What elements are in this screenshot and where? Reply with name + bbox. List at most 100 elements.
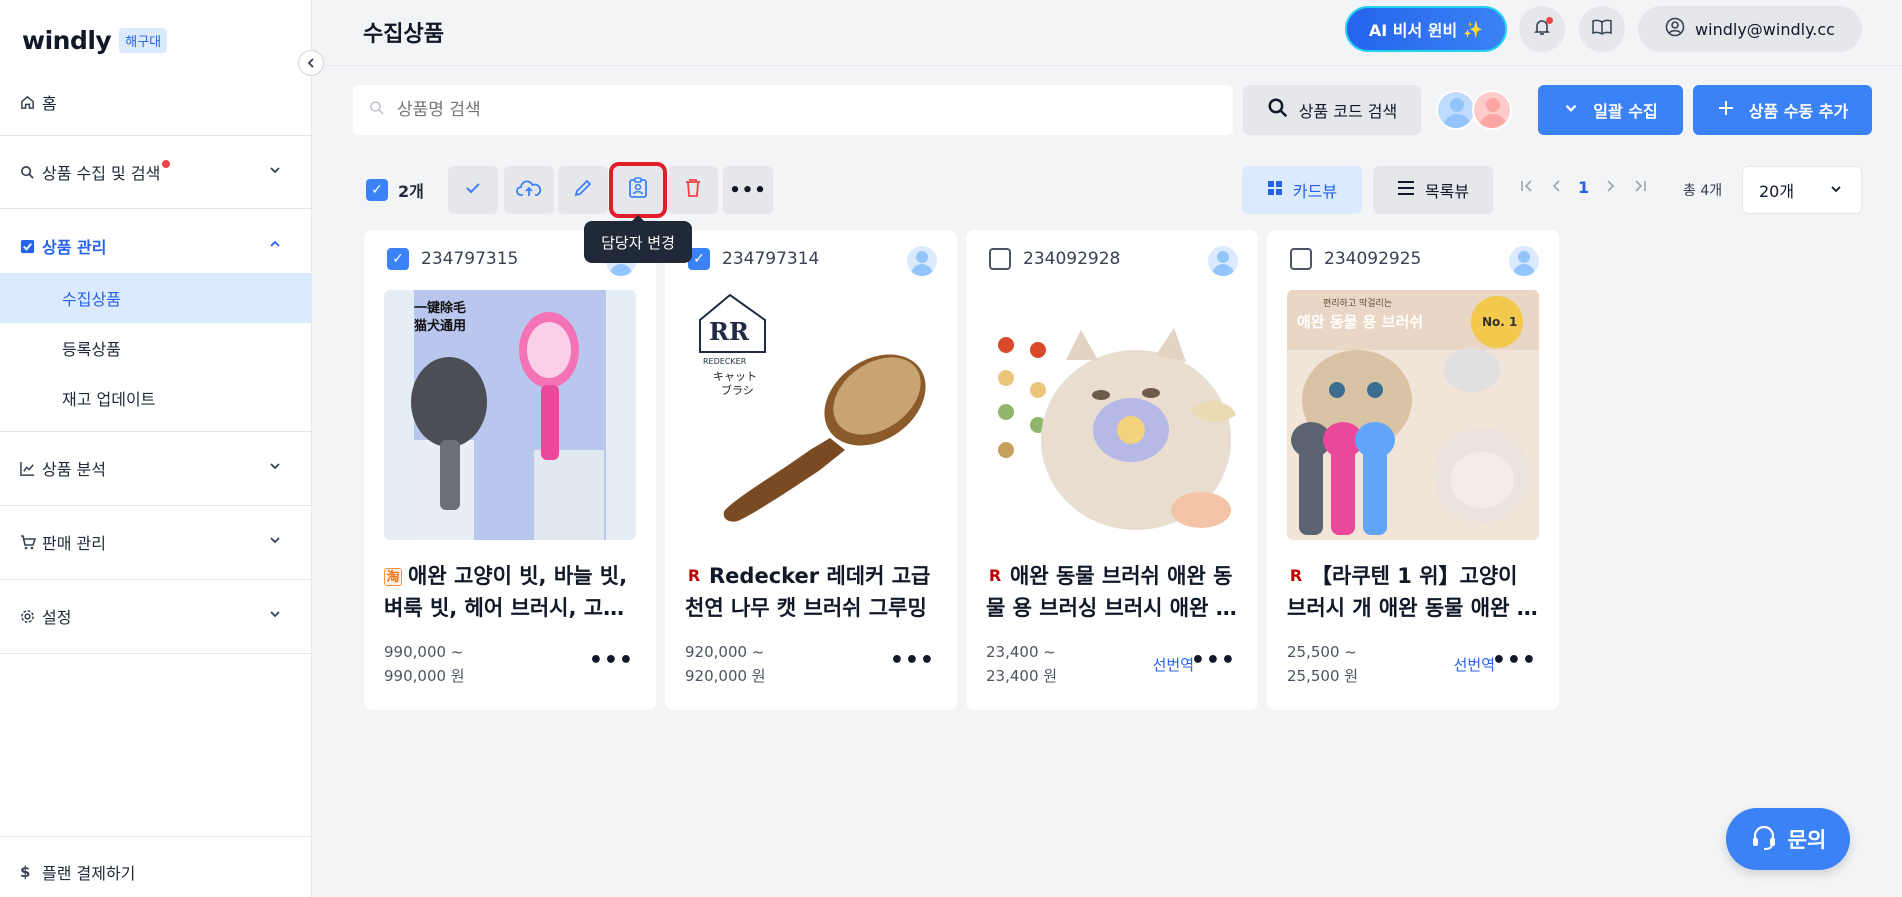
next-page-icon[interactable] xyxy=(1605,178,1617,197)
plus-icon xyxy=(1717,99,1735,121)
sidebar-item-label: 상품 관리 xyxy=(42,238,107,257)
search-icon xyxy=(20,165,42,180)
assignee-avatars[interactable] xyxy=(1436,90,1516,130)
assignee-avatar[interactable] xyxy=(1509,246,1539,276)
inquiry-label: 문의 xyxy=(1787,828,1827,852)
prev-page-icon[interactable] xyxy=(1550,178,1562,197)
selected-count: 2개 xyxy=(398,182,424,201)
first-page-icon[interactable] xyxy=(1520,178,1534,197)
product-image[interactable]: 一键除毛 猫犬通用 xyxy=(384,290,636,540)
sidebar-item-collect-search[interactable]: 상품 수집 및 검색 xyxy=(0,152,312,192)
confirm-button[interactable] xyxy=(448,166,498,214)
list-view-button[interactable]: 목록뷰 xyxy=(1373,166,1493,214)
divider xyxy=(0,579,312,580)
product-id: 234092925 xyxy=(1324,249,1422,269)
card-more-button[interactable]: ••• xyxy=(1191,648,1236,673)
logo[interactable]: windly xyxy=(22,26,112,55)
card-header: ✓ 234797314 xyxy=(688,248,819,270)
app-root: windly 해구대 홈 상품 수집 및 검색 상품 관리 수집상품 등록상품 … xyxy=(0,0,1902,897)
card-more-button[interactable]: ••• xyxy=(1492,648,1537,673)
checkbox-unchecked-icon[interactable] xyxy=(989,248,1011,270)
pre-translate-link[interactable]: 선번역 xyxy=(1454,654,1495,675)
sidebar-subitem-collected[interactable]: 수집상품 xyxy=(0,273,312,323)
upload-button[interactable] xyxy=(504,166,554,214)
manual-add-button[interactable]: 상품 수동 추가 xyxy=(1693,85,1872,135)
product-card[interactable]: 234092928 R 애완 동물 브러쉬 애완 동물 용 브러싱 브러시 애완… xyxy=(966,230,1258,710)
product-title[interactable]: R【라쿠텐 1 위】고양이 브러시 개 애완 동물 애완 동물 xyxy=(1287,560,1542,624)
user-email: windly@windly.cc xyxy=(1695,19,1835,39)
sidebar-item-sales-manage[interactable]: 판매 관리 xyxy=(0,522,312,562)
sidebar-collapse-button[interactable] xyxy=(298,50,324,76)
price-min: 990,000 ~ xyxy=(384,643,464,661)
tooltip: 담당자 변경 xyxy=(584,215,692,263)
sidebar-item-product-manage[interactable]: 상품 관리 xyxy=(0,226,312,266)
product-image[interactable]: RR REDECKER キャット ブラシ xyxy=(685,290,937,540)
sidebar-item-home[interactable]: 홈 xyxy=(0,82,312,122)
card-more-button[interactable]: ••• xyxy=(890,648,935,673)
user-menu[interactable]: windly@windly.cc xyxy=(1638,6,1862,52)
current-page[interactable]: 1 xyxy=(1578,178,1589,197)
bulk-collect-label: 일괄 수집 xyxy=(1593,102,1658,121)
code-search-button[interactable]: 상품 코드 검색 xyxy=(1243,85,1421,135)
ai-assistant-button[interactable]: AI 비서 윈비 ✨ xyxy=(1345,6,1507,52)
svg-text:편리하고 딱걸리는: 편리하고 딱걸리는 xyxy=(1323,297,1392,309)
sidebar-subitem-registered[interactable]: 등록상품 xyxy=(0,323,312,373)
assignee-avatar[interactable] xyxy=(907,246,937,276)
product-price: 23,400 ~ 23,400 원 xyxy=(986,640,1057,688)
id-badge-icon xyxy=(627,176,649,204)
taobao-icon: 淘 xyxy=(384,568,402,586)
manual-add-label: 상품 수동 추가 xyxy=(1748,102,1849,121)
chevron-down-icon xyxy=(268,459,282,477)
bulk-collect-button[interactable]: 일괄 수집 xyxy=(1538,85,1683,135)
checkbox-unchecked-icon[interactable] xyxy=(1290,248,1312,270)
product-card[interactable]: ✓ 234797314 RR REDECKER キャット ブラシ R Redeck… xyxy=(665,230,957,710)
product-card[interactable]: 234092925 편리하고 딱걸리는 애완 동물 용 브러쉬 No. 1 R … xyxy=(1267,230,1559,710)
notification-button[interactable] xyxy=(1519,6,1565,52)
sparkle-icon: ✨ xyxy=(1463,19,1484,39)
sidebar-item-label: 설정 xyxy=(42,608,72,627)
select-all[interactable]: ✓ 2개 xyxy=(366,178,424,202)
guide-button[interactable] xyxy=(1579,6,1625,52)
card-view-button[interactable]: 카드뷰 xyxy=(1242,166,1362,214)
checkbox-checked-icon[interactable]: ✓ xyxy=(387,248,409,270)
price-max: 25,500 원 xyxy=(1287,667,1359,685)
price-max: 920,000 원 xyxy=(685,667,766,685)
more-actions-button[interactable]: ••• xyxy=(723,166,773,214)
chevron-down-icon xyxy=(268,607,282,625)
cloud-upload-icon xyxy=(516,178,542,203)
price-max: 990,000 원 xyxy=(384,667,465,685)
per-page-value: 20개 xyxy=(1759,182,1795,201)
sidebar-item-settings[interactable]: 설정 xyxy=(0,596,312,636)
search-input[interactable] xyxy=(397,100,1197,120)
delete-button[interactable] xyxy=(668,166,718,214)
product-title-text: 【라쿠텐 1 위】고양이 브러시 개 애완 동물 애완 동물 xyxy=(1287,564,1537,620)
product-image[interactable]: 편리하고 딱걸리는 애완 동물 용 브러쉬 No. 1 xyxy=(1287,290,1539,540)
divider xyxy=(0,836,312,837)
product-title[interactable]: 淘애완 고양이 빗, 바늘 빗, 벼룩 빗, 헤어 브러시, 고양이 빗 xyxy=(384,560,639,624)
card-more-button[interactable]: ••• xyxy=(589,648,634,673)
per-page-select[interactable]: 20개 xyxy=(1742,166,1862,214)
code-search-label: 상품 코드 검색 xyxy=(1298,102,1398,121)
last-page-icon[interactable] xyxy=(1633,178,1647,197)
product-image[interactable] xyxy=(986,290,1238,540)
sidebar-item-label: 상품 분석 xyxy=(42,460,106,479)
sidebar-item-product-analysis[interactable]: 상품 분석 xyxy=(0,448,312,488)
product-card[interactable]: ✓ 234797315 一键除毛 猫犬通用 淘 애완 고양이 빗, 바늘 빗, 벼… xyxy=(364,230,656,710)
pre-translate-link[interactable]: 선번역 xyxy=(1153,654,1194,675)
product-title-text: Redecker 레데커 고급 천연 나무 캣 브러쉬 그루밍 xyxy=(685,564,931,620)
assignee-avatar[interactable] xyxy=(1208,246,1238,276)
price-max: 23,400 원 xyxy=(986,667,1058,685)
sidebar-item-plan-pay[interactable]: $ 플랜 결제하기 xyxy=(0,852,312,892)
svg-text:キャット: キャット xyxy=(713,370,757,383)
checkbox-checked-icon[interactable]: ✓ xyxy=(366,179,388,201)
change-assignee-button[interactable] xyxy=(609,162,667,218)
edit-button[interactable] xyxy=(558,166,608,214)
more-horizontal-icon: ••• xyxy=(729,179,767,201)
book-icon xyxy=(1592,19,1612,40)
inquiry-button[interactable]: 문의 xyxy=(1726,808,1850,870)
sidebar-subitem-stock-update[interactable]: 재고 업데이트 xyxy=(0,373,312,423)
product-title[interactable]: R애완 동물 브러쉬 애완 동물 용 브러싱 브러시 애완 동물 xyxy=(986,560,1241,624)
product-name-search xyxy=(353,85,1233,135)
chevron-down-icon xyxy=(268,533,282,551)
product-title[interactable]: R Redecker 레데커 고급 천연 나무 캣 브러쉬 그루밍 xyxy=(685,560,940,624)
